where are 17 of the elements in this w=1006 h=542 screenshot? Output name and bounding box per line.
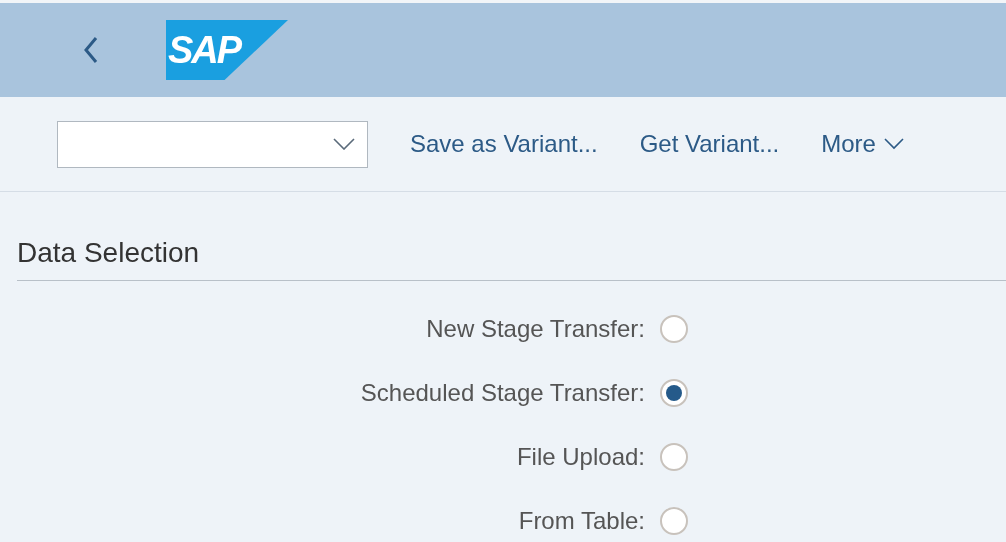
toolbar-button[interactable]: Get Variant... [639,126,780,162]
toolbar-button[interactable]: Save as Variant... [410,126,598,162]
section-title: Data Selection [17,237,200,268]
logo: SAP [166,20,288,80]
option-label: File Upload: [515,442,645,472]
radio-button[interactable] [660,315,688,343]
back-icon [83,35,99,65]
radio-button[interactable] [660,379,688,407]
option-label: New Stage Transfer: [425,314,645,344]
dropdown-icon [333,138,355,150]
option-label: Scheduled Stage Transfer: [359,378,645,408]
more-button[interactable]: More [821,126,904,162]
caret-icon [883,138,904,150]
option-label: From Table: [517,506,645,536]
radio-button[interactable] [660,507,688,535]
radio-button[interactable] [660,443,688,471]
variant-select[interactable] [57,120,368,168]
